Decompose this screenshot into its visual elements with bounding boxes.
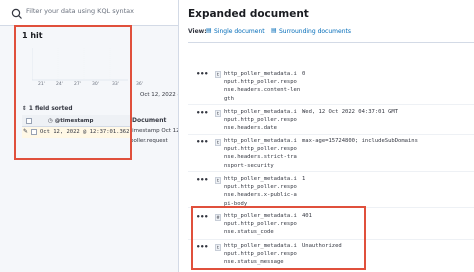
surrounding-documents-link[interactable]: Surrounding documents bbox=[279, 28, 351, 35]
field-value: 0 bbox=[302, 71, 306, 77]
field-name: http_poller_metadata.i nput.http_poller.… bbox=[224, 71, 301, 102]
search-input[interactable]: Filter your data using KQL syntax bbox=[26, 7, 134, 15]
row-actions-icon[interactable]: ••• bbox=[196, 109, 208, 117]
field-name: http_poller_metadata.i nput.http_poller.… bbox=[224, 176, 297, 207]
row-divider bbox=[188, 171, 474, 172]
row-divider bbox=[188, 134, 474, 135]
row-actions-icon[interactable]: ••• bbox=[196, 138, 208, 146]
document-cell: timestamp Oct 12 bbox=[130, 128, 180, 134]
document-icon: ▤ bbox=[206, 27, 212, 34]
row-actions-icon[interactable]: ••• bbox=[196, 176, 208, 184]
highlight-box-results bbox=[14, 25, 132, 160]
flyout-title: Expanded document bbox=[188, 8, 309, 20]
field-value: 1 bbox=[302, 176, 306, 182]
highlight-box-status-fields bbox=[191, 206, 366, 270]
field-type-icon: t bbox=[215, 110, 221, 117]
field-name: http_poller_metadata.i nput.http_poller.… bbox=[224, 109, 297, 132]
field-value: max-age=15724800; includeSubDomains bbox=[302, 138, 418, 144]
field-type-icon: t bbox=[215, 139, 221, 146]
row-divider bbox=[188, 104, 474, 105]
search-icon bbox=[10, 6, 24, 20]
flyout-header-separator bbox=[188, 42, 474, 43]
row-actions-icon[interactable]: ••• bbox=[196, 70, 208, 78]
single-document-link[interactable]: Single document bbox=[214, 28, 265, 35]
document-cell-fragment: poller.request bbox=[130, 138, 168, 144]
histogram-tick: 36' bbox=[136, 82, 143, 87]
histogram-date-label: Oct 12, 2022 @ bbox=[140, 92, 183, 98]
view-label: View: bbox=[188, 28, 207, 35]
field-value: Wed, 12 Oct 2022 04:37:01 GMT bbox=[302, 109, 399, 115]
field-name: http_poller_metadata.i nput.http_poller.… bbox=[224, 138, 297, 169]
document-icon: ▤ bbox=[271, 27, 277, 34]
field-type-icon: t bbox=[215, 71, 221, 78]
field-type-icon: t bbox=[215, 177, 221, 184]
document-column-header[interactable]: Document bbox=[132, 117, 166, 124]
